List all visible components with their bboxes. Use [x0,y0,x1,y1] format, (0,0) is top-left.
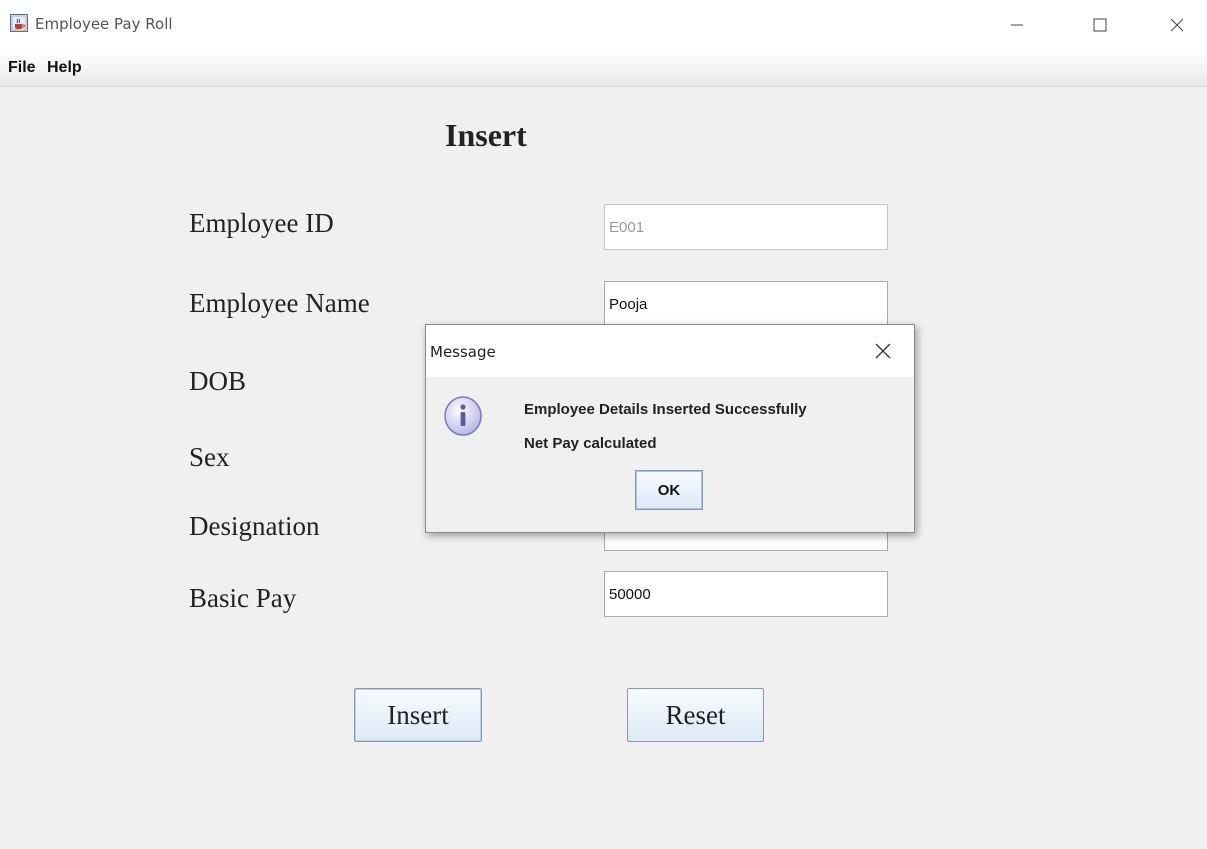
employee-name-field[interactable] [604,281,888,327]
designation-label: Designation [189,511,320,541]
minimize-button[interactable] [997,8,1037,42]
dialog-titlebar[interactable]: Message [426,325,914,377]
dialog-close-icon[interactable] [873,341,893,361]
maximize-button[interactable] [1080,8,1120,42]
insert-button[interactable]: Insert [354,688,482,742]
basic-pay-label: Basic Pay [189,583,297,613]
basic-pay-field[interactable] [604,571,888,617]
employee-id-label: Employee ID [189,208,334,238]
close-button[interactable] [1157,8,1197,42]
message-dialog: Message Employee Details Inserted Succes… [425,324,915,533]
dob-label: DOB [189,366,247,396]
menu-help[interactable]: Help [47,59,82,77]
window-title: Employee Pay Roll [35,15,173,33]
dialog-title: Message [430,343,496,361]
employee-id-field [604,204,888,250]
sex-label: Sex [189,442,230,472]
menu-file[interactable]: File [8,59,36,77]
menu-bar: File Help [0,50,1207,87]
employee-name-label: Employee Name [189,288,370,318]
dialog-message-line: Net Pay calculated [524,435,657,452]
dialog-message-line: Employee Details Inserted Successfully [524,401,807,418]
ok-button[interactable]: OK [635,470,703,510]
info-icon [444,396,482,436]
window-titlebar[interactable]: Employee Pay Roll [0,0,1207,50]
java-cup-icon [10,14,28,32]
form-title: Insert [445,117,527,153]
reset-button[interactable]: Reset [627,688,764,742]
